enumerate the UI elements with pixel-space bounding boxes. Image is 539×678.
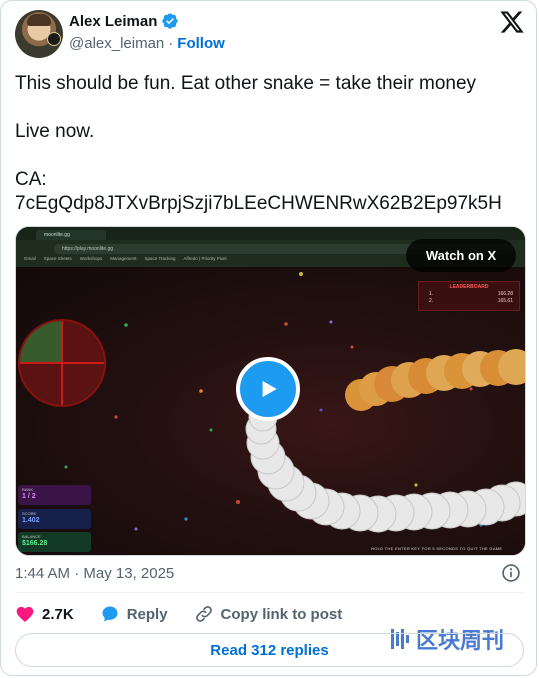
tweet-line: This should be fun. Eat other snake = ta…	[15, 73, 477, 94]
verified-badge-icon	[162, 13, 179, 29]
author-name[interactable]: Alex Leiman	[69, 13, 157, 30]
play-icon	[262, 380, 277, 398]
like-button[interactable]: 2.7K	[15, 604, 74, 624]
leaderboard-row: 1. 166.28	[429, 291, 513, 297]
bookmark-item: Workshops	[79, 256, 103, 261]
read-replies-button[interactable]: Read 312 replies	[15, 633, 524, 667]
score-stat: SCORE 1.402	[18, 509, 91, 529]
reply-button[interactable]: Reply	[100, 604, 168, 624]
browser-tab: moonlite.gg	[36, 230, 106, 240]
bookmark-item: Alfredo | Priority Pixel	[183, 256, 227, 261]
tweet-line: Live now.	[15, 121, 95, 142]
x-logo-icon[interactable]	[499, 9, 525, 35]
play-button[interactable]	[236, 357, 300, 421]
video-player[interactable]: moonlite.gg https://play.moonlite.gg Gma…	[15, 226, 526, 556]
like-count: 2.7K	[42, 605, 74, 623]
avatar[interactable]	[15, 10, 63, 58]
handle-row: @alex_leiman · Follow	[69, 35, 225, 52]
follow-button[interactable]: Follow	[177, 35, 225, 52]
tweet-text: This should be fun. Eat other snake = ta…	[15, 72, 525, 216]
copy-link-label: Copy link to post	[220, 605, 343, 623]
bookmark-item: Gmail	[24, 256, 36, 261]
info-icon[interactable]	[501, 563, 521, 583]
post-timestamp[interactable]: 1:44 AM · May 13, 2025	[15, 565, 174, 582]
bookmarks-bar: Gmail Space Sheets Workshops Management …	[24, 256, 226, 265]
tweet-line: CA:	[15, 169, 47, 190]
contract-address: 7cEgQdp8JTXvBrpjSzji7bLEeCHWENRwX62B2Ep9…	[15, 193, 502, 214]
link-icon	[195, 606, 212, 622]
author-row: Alex Leiman	[69, 12, 179, 30]
quit-hint: HOLD THE ENTER KEY FOR 5 SECONDS TO QUIT…	[371, 546, 503, 551]
minimap	[18, 319, 106, 407]
leaderboard-row: 2. 165.61	[429, 298, 513, 304]
action-bar: 2.7K Reply Copy link to post	[15, 603, 368, 625]
leaderboard-panel: LEADERBOARD 1. 166.28 2. 165.61	[418, 281, 520, 311]
bookmark-item: Space Sheets	[43, 256, 72, 261]
balance-stat: BALANCE $166.28	[18, 532, 91, 552]
reply-label: Reply	[126, 605, 168, 623]
rank-stat: RANK 1 / 2	[18, 485, 91, 505]
bookmark-item: Space Tracking	[144, 256, 176, 261]
divider	[15, 592, 524, 593]
reply-bubble-icon	[102, 606, 118, 622]
watch-on-x-button[interactable]: Watch on X	[406, 239, 516, 272]
author-handle[interactable]: @alex_leiman	[69, 35, 164, 52]
tweet-card: Alex Leiman @alex_leiman · Follow This s…	[0, 0, 537, 676]
leaderboard-title: LEADERBOARD	[449, 284, 489, 290]
copy-link-button[interactable]: Copy link to post	[194, 604, 343, 624]
separator-dot: ·	[168, 35, 174, 52]
bookmark-item: Management	[110, 256, 137, 261]
heart-icon	[16, 606, 34, 622]
